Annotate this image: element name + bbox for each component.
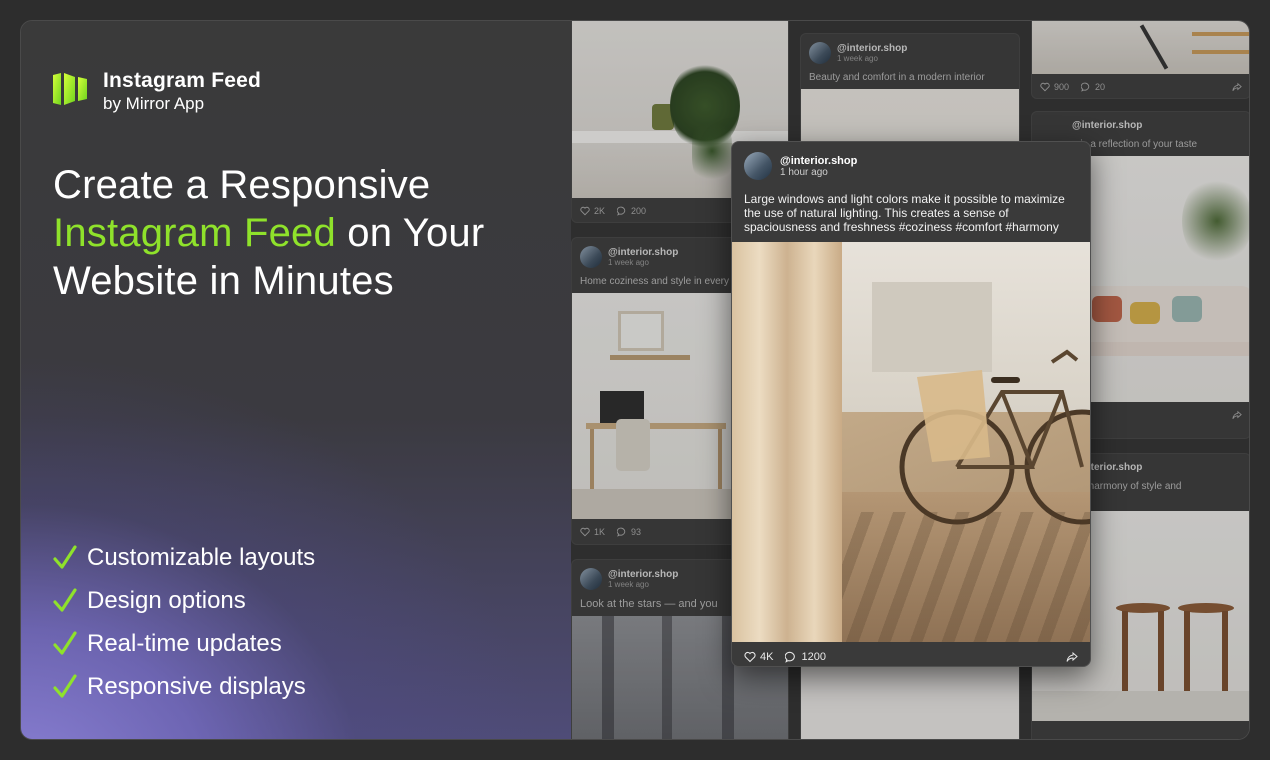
feed-post-card[interactable]: 900 20 [1031, 21, 1249, 99]
post-footer: 4K 1200 [732, 642, 1090, 666]
post-header: @interior.shop [1032, 112, 1249, 135]
comment-icon [617, 527, 626, 537]
like-count: 900 [1054, 82, 1070, 92]
post-header: @interior.shop 1 hour ago [732, 142, 1090, 186]
comment-button[interactable]: 20 [1081, 82, 1105, 92]
post-username[interactable]: @interior.shop [837, 43, 907, 54]
post-username[interactable]: @interior.shop [608, 247, 678, 258]
share-icon [1232, 410, 1242, 419]
heart-icon [1040, 82, 1050, 92]
like-button[interactable]: 1K [580, 527, 605, 537]
post-time: 1 week ago [608, 258, 649, 267]
heart-icon [580, 206, 590, 216]
heart-icon [744, 651, 756, 663]
featured-post-card[interactable]: @interior.shop 1 hour ago Large windows … [731, 141, 1091, 667]
like-count: 1K [594, 527, 606, 537]
comment-count: 93 [631, 527, 642, 537]
feature-list: Customizable layouts Design options Real… [53, 536, 315, 708]
promo-panel: Instagram Feed by Mirror App Create a Re… [21, 21, 571, 739]
feature-item: Real-time updates [53, 622, 315, 665]
post-footer: 900 20 [1032, 74, 1249, 98]
post-image[interactable] [1032, 21, 1249, 74]
avatar[interactable] [744, 152, 772, 180]
like-button[interactable]: 2K [580, 206, 605, 216]
feature-label: Responsive displays [87, 672, 306, 700]
comment-count: 20 [1095, 82, 1106, 92]
post-caption: Large windows and light colors make it p… [744, 192, 1065, 234]
comment-button[interactable]: 200 [617, 206, 646, 216]
post-header: @interior.shop 1 week ago [801, 34, 1019, 68]
feature-label: Customizable layouts [87, 543, 316, 571]
comment-button[interactable]: 1200 [785, 651, 826, 663]
post-caption: Beauty and comfort in a modern interior [809, 72, 985, 83]
mirror-app-logo-icon [53, 73, 87, 105]
check-icon [53, 544, 77, 569]
like-count: 4K [760, 651, 774, 663]
comment-count: 1200 [801, 651, 826, 663]
feature-item: Responsive displays [53, 665, 315, 708]
feature-item: Customizable layouts [53, 536, 315, 579]
post-image[interactable] [732, 242, 1090, 642]
comment-icon [617, 206, 626, 216]
share-button[interactable] [1066, 651, 1078, 663]
feature-label: Design options [87, 586, 246, 614]
heart-icon [580, 527, 590, 537]
check-icon [53, 630, 77, 655]
feature-label: Real-time updates [87, 629, 282, 657]
headline-line3: Website in Minutes [53, 259, 394, 303]
like-button[interactable]: 900 [1040, 82, 1069, 92]
post-username[interactable]: @interior.shop [608, 569, 678, 580]
comment-count: 200 [631, 206, 647, 216]
post-time: 1 week ago [837, 54, 878, 63]
comment-button[interactable]: 93 [617, 527, 641, 537]
headline: Create a Responsive Instagram Feed on Yo… [53, 161, 553, 305]
post-username[interactable]: @interior.shop [780, 155, 857, 167]
share-icon [1066, 651, 1078, 662]
avatar[interactable] [580, 568, 602, 590]
headline-accent: Instagram Feed [53, 211, 336, 255]
headline-line2: on Your [335, 211, 485, 255]
post-time: 1 hour ago [780, 166, 828, 178]
share-icon [1232, 82, 1242, 91]
headline-line1: Create a Responsive [53, 163, 431, 207]
brand-subtitle: by Mirror App [103, 94, 205, 113]
check-icon [53, 673, 77, 698]
feature-item: Design options [53, 579, 315, 622]
check-icon [53, 587, 77, 612]
post-time: 1 week ago [608, 580, 649, 589]
like-button[interactable]: 4K [744, 651, 773, 663]
comment-icon [785, 651, 796, 663]
share-button[interactable] [1232, 410, 1242, 420]
avatar[interactable] [580, 246, 602, 268]
post-username[interactable]: @interior.shop [1072, 120, 1142, 131]
promo-frame: Instagram Feed by Mirror App Create a Re… [20, 20, 1250, 740]
comment-icon [1081, 82, 1090, 92]
like-count: 2K [594, 206, 606, 216]
share-button[interactable] [1232, 82, 1242, 92]
brand-title: Instagram Feed [103, 69, 262, 92]
avatar[interactable] [809, 42, 831, 64]
